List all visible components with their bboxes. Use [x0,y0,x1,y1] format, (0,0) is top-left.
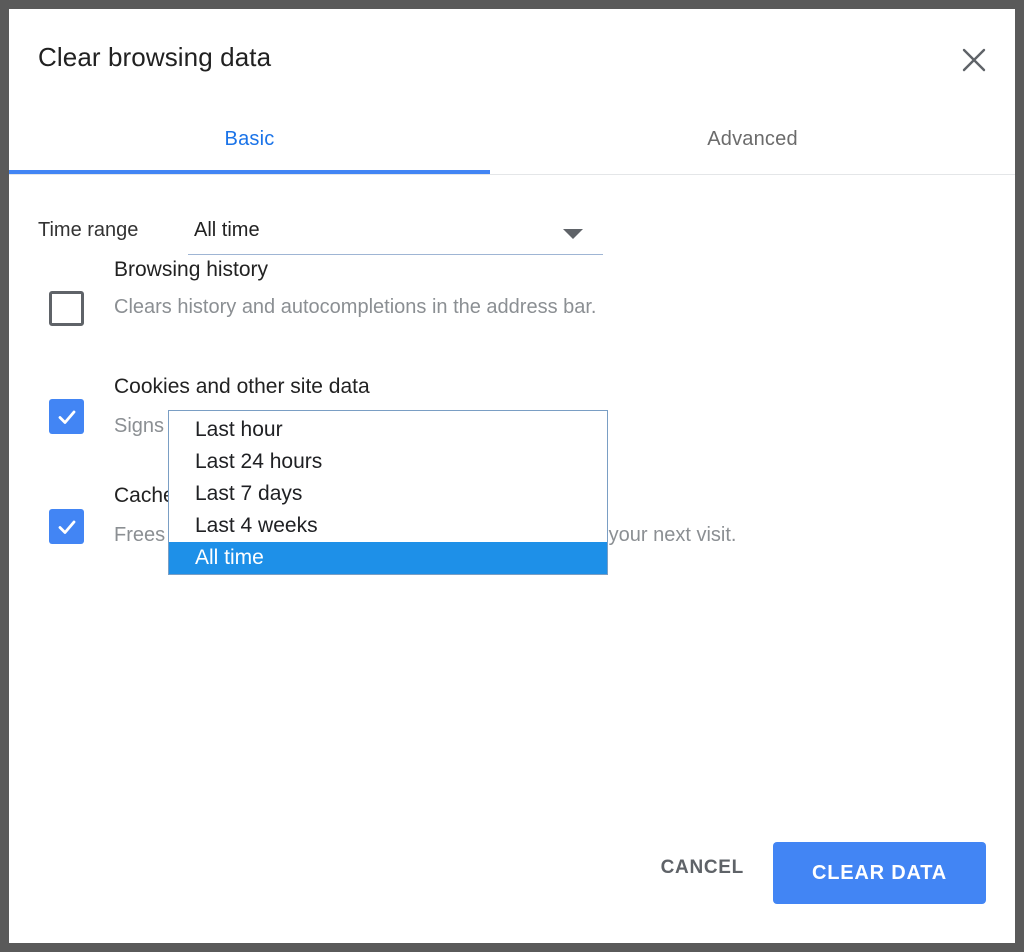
tab-basic[interactable]: Basic [9,105,490,174]
dropdown-option-all-time[interactable]: All time [169,542,607,574]
dialog-header: Clear browsing data [9,9,1015,105]
checkbox-browsing-history[interactable] [49,291,84,326]
dropdown-option-last-4-weeks[interactable]: Last 4 weeks [169,510,607,542]
tabstrip: Basic Advanced [9,105,1015,175]
dropdown-option-last-hour[interactable]: Last hour [169,414,607,446]
dialog-body: Time range All time Browsing history Cle… [9,175,1015,889]
clear-data-button[interactable]: CLEAR DATA [773,842,986,904]
checkbox-cached-images[interactable] [49,509,84,544]
checkbox-cookies[interactable] [49,399,84,434]
dialog-footer: CANCEL CLEAR DATA [9,819,1015,943]
clear-browsing-data-dialog: Clear browsing data Basic Advanced Time … [9,9,1015,943]
close-icon [961,47,987,73]
list-item-title: Cookies and other site data [114,375,370,398]
dropdown-option-last-7-days[interactable]: Last 7 days [169,478,607,510]
time-range-row: Time range All time [38,213,603,255]
list-item-subtitle: Clears history and autocompletions in th… [114,296,597,318]
time-range-dropdown[interactable]: Last hour Last 24 hours Last 7 days Last… [168,410,608,575]
cancel-button[interactable]: CANCEL [643,845,762,891]
tab-advanced[interactable]: Advanced [490,105,1015,174]
time-range-value: All time [194,219,260,241]
dropdown-option-last-24-hours[interactable]: Last 24 hours [169,446,607,478]
close-button[interactable] [954,40,994,80]
list-item-title: Browsing history [114,258,269,281]
time-range-label: Time range [38,219,139,241]
check-icon [56,516,78,538]
time-range-select[interactable]: All time [188,213,603,255]
check-icon [56,406,78,428]
page-title: Clear browsing data [38,42,272,72]
tab-active-indicator [9,170,490,174]
chevron-down-icon [563,229,583,239]
